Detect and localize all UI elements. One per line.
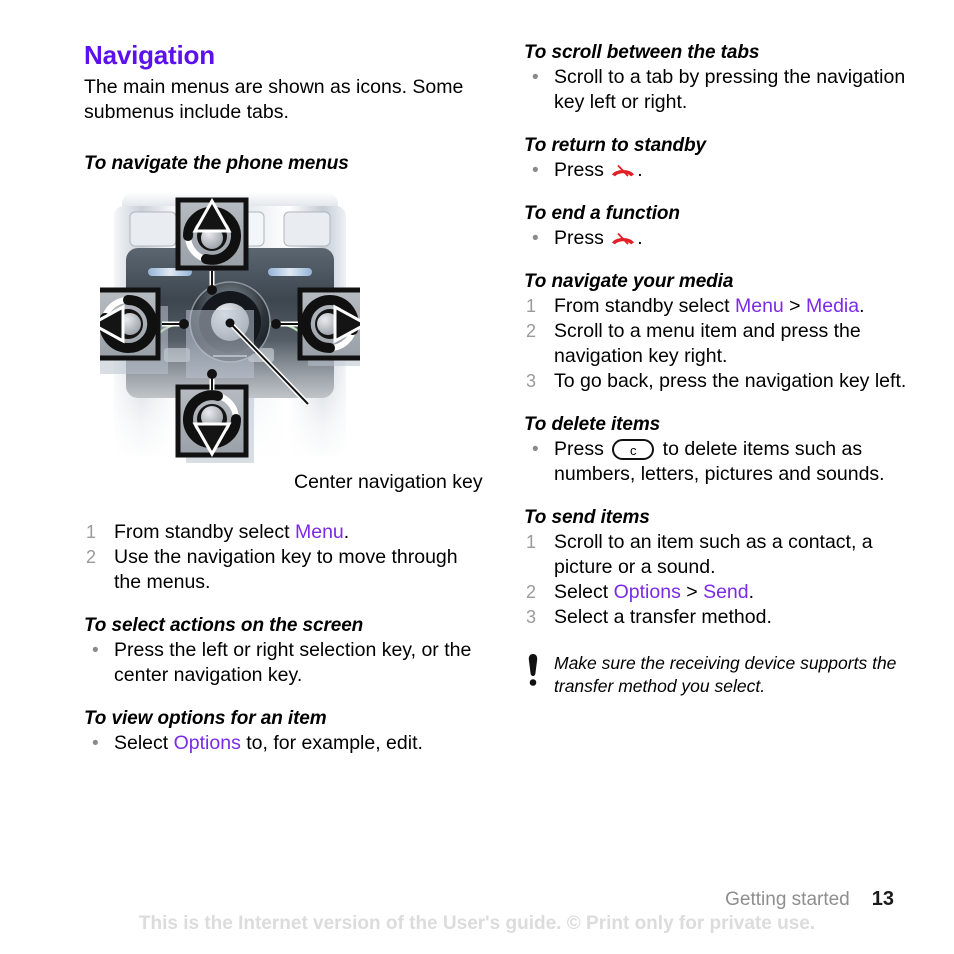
heading-delete-items: To delete items bbox=[524, 414, 661, 435]
heading-select-actions: To select actions on the screen bbox=[84, 615, 364, 636]
bullet-text: Scroll to a tab by pressing the navigati… bbox=[554, 66, 906, 113]
heading-return-to-standby: To return to standby bbox=[524, 135, 707, 156]
step-text: Scroll to an item such as a contact, a p… bbox=[554, 531, 873, 578]
options-link[interactable]: Options bbox=[174, 732, 241, 754]
step-text: To go back, press the navigation key lef… bbox=[554, 370, 907, 392]
step-text: Scroll to a menu item and press the navi… bbox=[554, 320, 861, 367]
step-text-pre: From standby select bbox=[554, 295, 735, 317]
step-number: 1 bbox=[526, 296, 537, 316]
step-text: Select a transfer method. bbox=[554, 606, 772, 628]
heading-send-items: To send items bbox=[524, 507, 650, 528]
bullet-dot-icon: • bbox=[532, 160, 539, 181]
media-link[interactable]: Media bbox=[806, 295, 859, 317]
step-number: 1 bbox=[526, 532, 537, 552]
bullet-text: Press the left or right selection key, o… bbox=[114, 639, 472, 686]
heading-view-options: To view options for an item bbox=[84, 708, 327, 729]
note-callout: Make sure the receiving device supports … bbox=[524, 652, 924, 698]
steps-navigate-phone-menus: 1 From standby select Menu. 2 Use the navi… bbox=[84, 520, 484, 595]
steps-navigate-your-media: 1 From standby select Menu > Media. 2 Scro… bbox=[524, 294, 924, 394]
end-call-icon bbox=[612, 164, 635, 177]
bullet-text-post: to, for example, edit. bbox=[240, 732, 423, 754]
menu-link[interactable]: Menu bbox=[295, 521, 344, 543]
phone-navigation-figure: Center navigation key bbox=[84, 190, 484, 520]
step-item: 1 From standby select Menu. bbox=[84, 520, 484, 545]
step-text-post: . bbox=[343, 521, 350, 543]
bullet-dot-icon: • bbox=[532, 67, 539, 88]
intro-paragraph: The main menus are shown as icons. Some … bbox=[84, 76, 464, 123]
bullet-text-post: . bbox=[637, 159, 643, 181]
bullet-item: • Press c to delete items such as numbers… bbox=[524, 437, 924, 487]
clear-key-icon: c bbox=[612, 439, 655, 460]
bullet-text-pre: Select bbox=[114, 732, 174, 754]
path-separator: > bbox=[680, 581, 704, 603]
menu-link[interactable]: Menu bbox=[735, 295, 784, 317]
bullet-item: • Press the left or right selection key, … bbox=[84, 638, 484, 688]
step-item: 1 Scroll to an item such as a contact, a … bbox=[524, 530, 924, 580]
bullet-text-pre: Press bbox=[554, 159, 610, 181]
step-item: 2 Scroll to a menu item and press the nav… bbox=[524, 319, 924, 369]
step-item: 1 From standby select Menu > Media. bbox=[524, 294, 924, 319]
page-title: Navigation bbox=[84, 40, 215, 70]
step-number: 3 bbox=[526, 371, 537, 391]
step-text: Use the navigation key to move through t… bbox=[114, 546, 458, 593]
step-number: 3 bbox=[526, 607, 537, 627]
step-item: 2 Select Options > Send. bbox=[524, 580, 924, 605]
left-column: Navigation The main menus are shown as i… bbox=[84, 40, 484, 756]
bullets-scroll-between-tabs: • Scroll to a tab by pressing the navigat… bbox=[524, 65, 924, 115]
bullet-item: • Scroll to a tab by pressing the navigat… bbox=[524, 65, 924, 115]
bullet-dot-icon: • bbox=[92, 733, 99, 754]
end-call-icon bbox=[612, 232, 635, 245]
bullet-text-pre: Press bbox=[554, 227, 610, 249]
bullet-dot-icon: • bbox=[92, 640, 99, 661]
phone-navigation-key-diagram bbox=[100, 192, 360, 465]
footer-disclaimer: This is the Internet version of the User… bbox=[138, 913, 816, 934]
bullets-return-to-standby: • Press . bbox=[524, 158, 924, 183]
steps-send-items: 1 Scroll to an item such as a contact, a … bbox=[524, 530, 924, 630]
bullet-item: • Select Options to, for example, edit. bbox=[84, 731, 484, 756]
send-link[interactable]: Send bbox=[703, 581, 749, 603]
bullet-text-pre: Press bbox=[554, 438, 610, 460]
bullets-end-a-function: • Press . bbox=[524, 226, 924, 251]
bullet-item: • Press . bbox=[524, 158, 924, 183]
step-number: 2 bbox=[86, 547, 97, 567]
step-number: 2 bbox=[526, 582, 537, 602]
bullet-dot-icon: • bbox=[532, 228, 539, 249]
options-link[interactable]: Options bbox=[614, 581, 681, 603]
heading-end-a-function: To end a function bbox=[524, 203, 680, 224]
heading-scroll-between-tabs: To scroll between the tabs bbox=[524, 42, 760, 63]
document-page: Navigation The main menus are shown as i… bbox=[0, 0, 954, 954]
bullets-view-options: • Select Options to, for example, edit. bbox=[84, 731, 484, 756]
step-item: 3 To go back, press the navigation key le… bbox=[524, 369, 924, 394]
note-text: Make sure the receiving device supports … bbox=[554, 653, 897, 696]
path-separator: > bbox=[783, 295, 806, 317]
step-text-pre: Select bbox=[554, 581, 614, 603]
figure-caption: Center navigation key bbox=[294, 471, 483, 493]
step-text-pre: From standby select bbox=[114, 521, 295, 543]
bullets-select-actions: • Press the left or right selection key, … bbox=[84, 638, 484, 688]
bullet-item: • Press . bbox=[524, 226, 924, 251]
heading-navigate-your-media: To navigate your media bbox=[524, 271, 734, 292]
step-text-post: . bbox=[748, 581, 755, 603]
bullet-text-post: . bbox=[637, 227, 643, 249]
step-item: 3 Select a transfer method. bbox=[524, 605, 924, 630]
exclamation-icon bbox=[528, 654, 538, 686]
page-number: 13 bbox=[871, 888, 894, 910]
step-number: 2 bbox=[526, 321, 537, 341]
bullets-delete-items: • Press c to delete items such as numbers… bbox=[524, 437, 924, 487]
step-item: 2 Use the navigation key to move through … bbox=[84, 545, 484, 595]
step-number: 1 bbox=[86, 522, 97, 542]
chapter-name: Getting started bbox=[725, 889, 850, 910]
page-footer: Getting started 13 bbox=[0, 888, 954, 911]
heading-navigate-phone-menus: To navigate the phone menus bbox=[84, 153, 349, 174]
bullet-dot-icon: • bbox=[532, 439, 539, 460]
step-text-post: . bbox=[859, 295, 865, 317]
right-column: To scroll between the tabs • Scroll to a … bbox=[524, 40, 924, 698]
